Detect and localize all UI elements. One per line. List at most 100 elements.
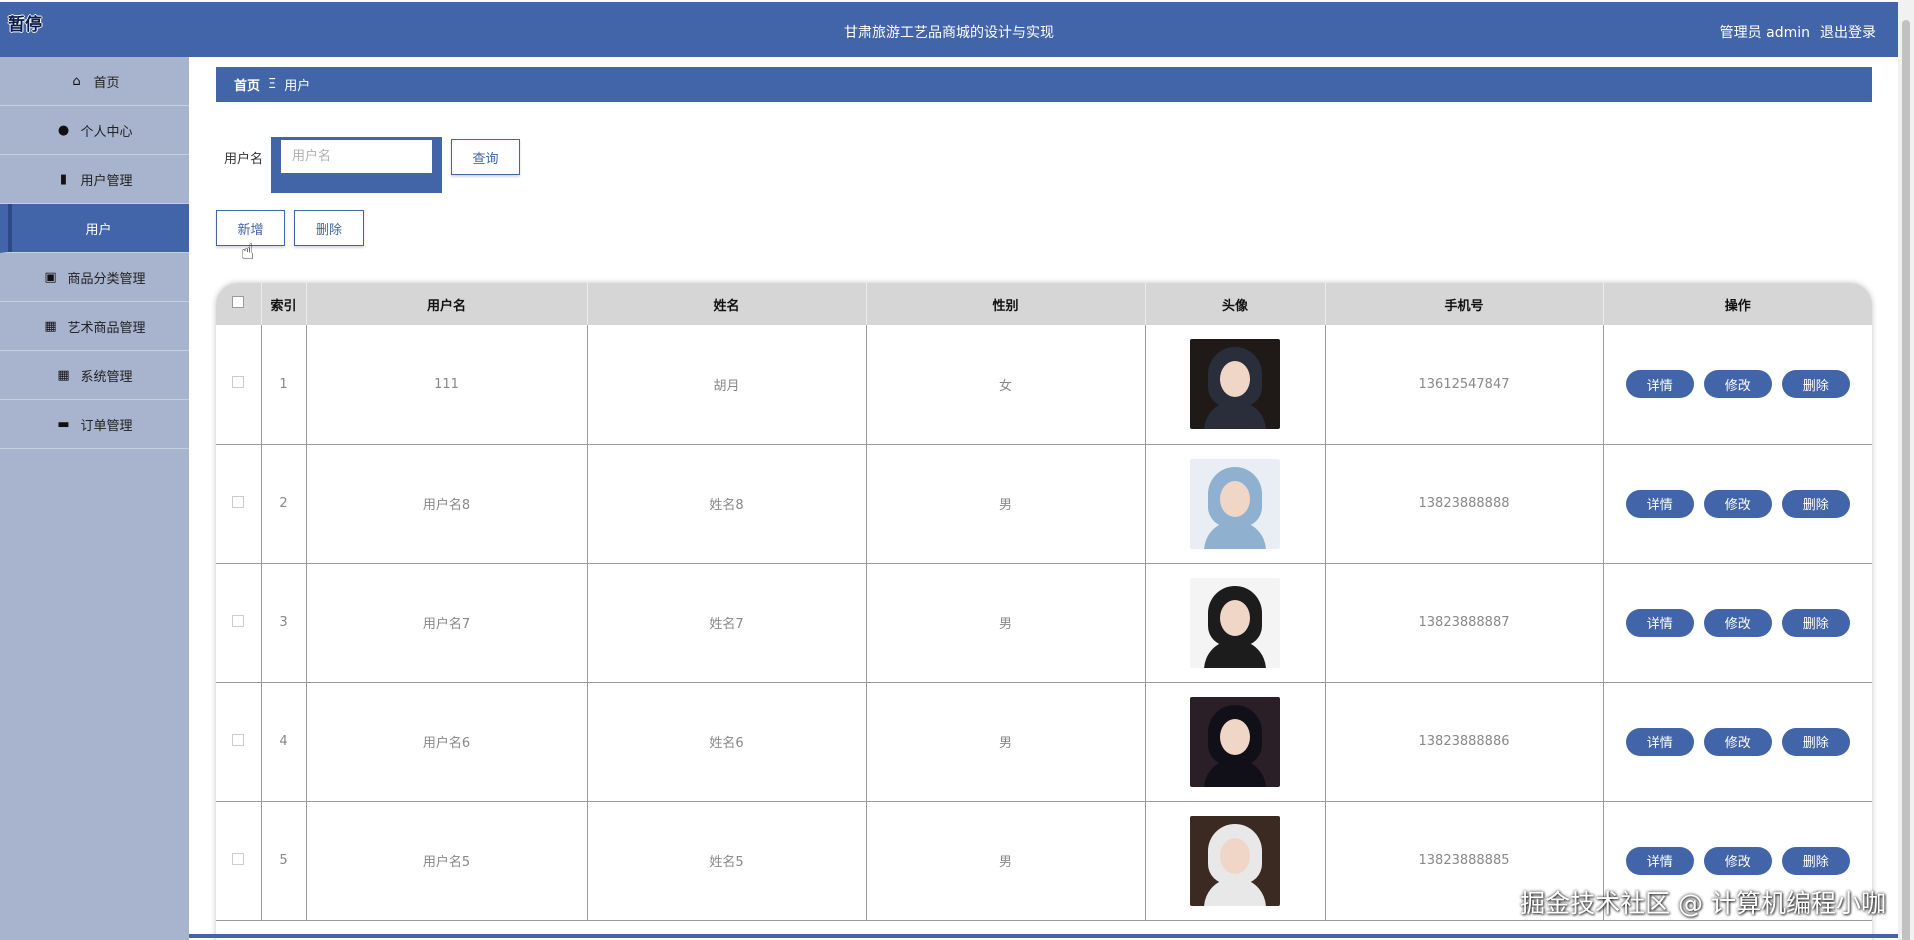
- sidebar-item-system[interactable]: ▦ 系统管理: [0, 351, 189, 400]
- avatar-body: [1204, 877, 1266, 906]
- edit-button[interactable]: 修改: [1703, 370, 1772, 399]
- detail-button[interactable]: 详情: [1625, 727, 1694, 756]
- select-all-cell[interactable]: [216, 283, 262, 325]
- gender-cell: 男: [866, 444, 1146, 564]
- briefcase-icon: ▣: [44, 269, 57, 285]
- actions-cell: 详情 修改 删除: [1603, 325, 1872, 445]
- sidebar-item-label: 商品分类管理: [67, 271, 146, 287]
- sidebar-item-art-products[interactable]: ▦ 艺术商品管理: [0, 302, 189, 351]
- row-select-cell[interactable]: [216, 682, 262, 802]
- detail-button[interactable]: 详情: [1625, 846, 1694, 875]
- sidebar-item-orders[interactable]: ▬ 订单管理: [0, 400, 189, 449]
- row-delete-button[interactable]: 删除: [1781, 489, 1850, 518]
- sidebar-item-label: 系统管理: [80, 369, 133, 385]
- select-all-checkbox[interactable]: [232, 296, 245, 308]
- delete-button[interactable]: 删除: [294, 210, 364, 246]
- row-select-cell[interactable]: [216, 325, 262, 445]
- table-row: 4 用户名6 姓名6 男 13823888886 详情 修改 删除: [216, 682, 1872, 802]
- column-header: 用户名: [306, 283, 588, 325]
- avatar-cell: [1145, 801, 1326, 921]
- row-checkbox[interactable]: [232, 733, 245, 746]
- breadcrumb-separator: Ξ: [268, 77, 277, 92]
- avatar-cell: [1145, 444, 1326, 564]
- row-select-cell[interactable]: [216, 801, 262, 921]
- sidebar-item-label: 用户: [85, 222, 112, 238]
- gender-cell: 男: [866, 563, 1146, 683]
- app-window: 暂停 甘肃旅游工艺品商城的设计与实现 管理员 admin 退出登录 ⌂ 首页 ●…: [0, 0, 1914, 940]
- phone-cell: 13823888887: [1325, 563, 1604, 683]
- breadcrumb: 首页 Ξ 用户: [216, 67, 1872, 102]
- app-title: 甘肃旅游工艺品商城的设计与实现: [844, 25, 1054, 41]
- row-checkbox[interactable]: [232, 852, 245, 865]
- sidebar-item-user-management[interactable]: ▮ 用户管理: [0, 155, 189, 204]
- user-icon: ●: [57, 122, 70, 138]
- actions-cell: 详情 修改 删除: [1603, 444, 1872, 564]
- sidebar-item-users[interactable]: 用户: [0, 204, 189, 253]
- edit-button[interactable]: 修改: [1703, 727, 1772, 756]
- table-row: 2 用户名8 姓名8 男 13823888888 详情 修改 删除: [216, 444, 1872, 564]
- avatar: [1190, 815, 1280, 906]
- row-delete-button[interactable]: 删除: [1781, 846, 1850, 875]
- sidebar-item-home[interactable]: ⌂ 首页: [0, 57, 189, 106]
- sidebar-item-label: 用户管理: [80, 173, 133, 189]
- breadcrumb-home[interactable]: 首页: [234, 75, 260, 94]
- apps-icon: ▦: [57, 367, 70, 383]
- row-delete-button[interactable]: 删除: [1781, 608, 1850, 637]
- search-input[interactable]: [281, 140, 432, 173]
- gender-cell: 男: [866, 801, 1146, 921]
- avatar-cell: [1145, 325, 1326, 445]
- avatar-face: [1220, 480, 1250, 517]
- query-button[interactable]: 查询: [451, 139, 520, 175]
- scroll-thumb[interactable]: [1902, 20, 1910, 940]
- edit-button[interactable]: 修改: [1703, 489, 1772, 518]
- column-header: 索引: [261, 283, 307, 325]
- sidebar-item-label: 个人中心: [80, 124, 133, 140]
- row-select-cell[interactable]: [216, 444, 262, 564]
- row-delete-button[interactable]: 删除: [1781, 727, 1850, 756]
- edit-button[interactable]: 修改: [1703, 608, 1772, 637]
- username-cell: 111: [306, 325, 588, 445]
- grid-icon: ▦: [44, 318, 57, 334]
- avatar-cell: [1145, 563, 1326, 683]
- row-select-cell[interactable]: [216, 563, 262, 683]
- row-checkbox[interactable]: [232, 376, 245, 389]
- avatar-face: [1220, 599, 1250, 636]
- sidebar-item-profile[interactable]: ● 个人中心: [0, 106, 189, 155]
- name-cell: 姓名7: [587, 563, 867, 683]
- user-table: 索引 用户名 姓名 性别 头像 手机号 操作 1 111 胡月女 1361254784…: [216, 283, 1872, 940]
- username-cell: 用户名6: [306, 682, 588, 802]
- sidebar-item-category-management[interactable]: ▣ 商品分类管理: [0, 253, 189, 302]
- avatar-body: [1204, 639, 1266, 668]
- logout-link[interactable]: 退出登录: [1820, 22, 1876, 42]
- detail-button[interactable]: 详情: [1625, 489, 1694, 518]
- username-cell: 用户名8: [306, 444, 588, 564]
- row-checkbox[interactable]: [232, 495, 245, 508]
- detail-button[interactable]: 详情: [1625, 608, 1694, 637]
- gender-cell: 女: [866, 325, 1146, 445]
- bottom-accent-line: [189, 934, 1898, 938]
- avatar: [1190, 696, 1280, 787]
- column-header: 头像: [1145, 283, 1326, 325]
- gender-cell: 男: [866, 682, 1146, 802]
- user-label: 管理员 admin: [1719, 25, 1810, 41]
- avatar: [1190, 339, 1280, 430]
- avatar-face: [1220, 718, 1250, 755]
- monitor-icon: ▬: [57, 416, 70, 432]
- row-delete-button[interactable]: 删除: [1781, 370, 1850, 399]
- detail-button[interactable]: 详情: [1625, 370, 1694, 399]
- index-cell: 4: [261, 682, 307, 802]
- breadcrumb-current: 用户: [284, 79, 311, 94]
- phone-cell: 13823888886: [1325, 682, 1604, 802]
- avatar-cell: [1145, 682, 1326, 802]
- actions-cell: 详情 修改 删除: [1603, 682, 1872, 802]
- column-header: 性别: [866, 283, 1146, 325]
- watermark: 掘金技术社区 @ 计算机编程小咖: [1520, 889, 1886, 918]
- scrollbar[interactable]: [1898, 0, 1914, 940]
- row-checkbox[interactable]: [232, 614, 245, 627]
- actions-cell: 详情 修改 删除: [1603, 563, 1872, 683]
- edit-button[interactable]: 修改: [1703, 846, 1772, 875]
- column-header: 手机号: [1325, 283, 1604, 325]
- top-right-actions: 管理员 admin 退出登录: [1720, 22, 1876, 42]
- avatar-body: [1204, 520, 1266, 549]
- username-cell: 用户名7: [306, 563, 588, 683]
